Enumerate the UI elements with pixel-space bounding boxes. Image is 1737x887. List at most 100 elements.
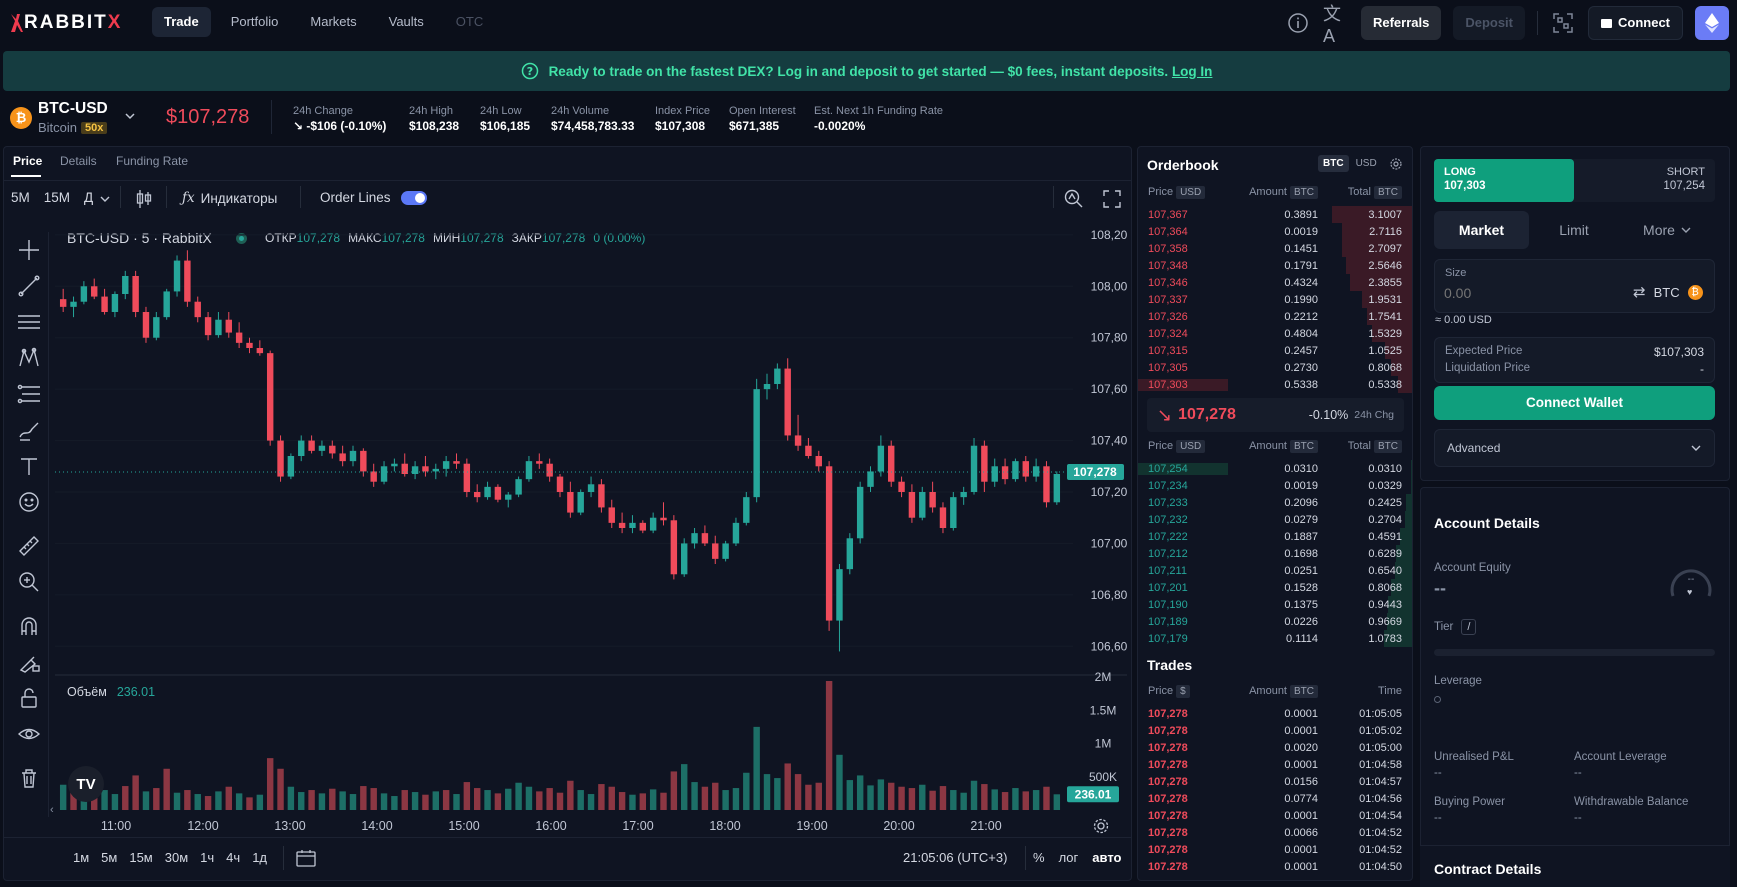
contract-details-title[interactable]: Contract Details [1434, 861, 1541, 877]
fullscreen-icon[interactable] [1103, 190, 1121, 211]
translate-icon[interactable]: 文A [1323, 4, 1349, 46]
ask-row[interactable]: 107,337 0.1990 1.9531 [1138, 291, 1412, 308]
interval-chevron-icon[interactable] [100, 193, 110, 207]
log-scale-button[interactable]: лог [1059, 850, 1079, 865]
volume-bar [660, 792, 667, 810]
trend-line-icon[interactable] [14, 268, 44, 304]
advanced-dropdown[interactable]: Advanced [1434, 429, 1715, 467]
nav-tab-markets[interactable]: Markets [298, 7, 368, 37]
indicators-button[interactable]: ƒx Индикаторы [182, 190, 277, 206]
market-symbol[interactable]: BTC-USD [38, 100, 108, 118]
size-input[interactable] [1444, 282, 1624, 304]
tradingview-logo-icon[interactable]: TV [68, 766, 104, 802]
ask-row[interactable]: 107,358 0.1451 2.7097 [1138, 240, 1412, 257]
text-icon[interactable] [14, 448, 44, 484]
range-1h[interactable]: 1ч [200, 850, 214, 865]
scale-options: % лог авто [1033, 850, 1121, 865]
chart-time[interactable]: 21:05:06 (UTC+3) [903, 850, 1007, 865]
size-unit-selector[interactable]: ⇄ BTC ₿ [1633, 283, 1703, 301]
bid-row[interactable]: 107,212 0.1698 0.6289 [1138, 545, 1412, 562]
connect-button[interactable]: Connect [1588, 6, 1683, 40]
bid-row[interactable]: 107,211 0.0251 0.6540 [1138, 562, 1412, 579]
referrals-button[interactable]: Referrals [1360, 6, 1442, 40]
range-1m[interactable]: 1м [73, 850, 89, 865]
unit-btc-button[interactable]: BTC [1318, 155, 1349, 172]
lock-drawing-icon[interactable] [14, 644, 44, 680]
order-type-more[interactable]: More [1619, 222, 1715, 238]
ask-row[interactable]: 107,326 0.2212 1.7541 [1138, 308, 1412, 325]
pattern-icon[interactable] [14, 340, 44, 376]
unlock-icon[interactable] [14, 680, 44, 716]
volume-bar [774, 778, 781, 810]
interval-day[interactable]: Д [84, 190, 93, 205]
bid-row[interactable]: 107,179 0.1114 1.0783 [1138, 630, 1412, 647]
date-range-icon[interactable] [296, 849, 316, 870]
order-lines-toggle[interactable] [400, 190, 427, 205]
banner-login-link[interactable]: Log In [1172, 64, 1213, 79]
emoji-icon[interactable] [14, 484, 44, 520]
price-chart[interactable]: 108,200 108,000 107,800 107,600 107,400 107,2… [55, 222, 1127, 842]
bid-row[interactable]: 107,222 0.1887 0.4591 [1138, 528, 1412, 545]
nav-tab-otc[interactable]: OTC [444, 7, 495, 37]
orderbook-settings-icon[interactable] [1390, 158, 1402, 173]
toolbar-divider [120, 186, 121, 208]
nav-tab-trade[interactable]: Trade [152, 7, 211, 37]
range-30m[interactable]: 30м [165, 850, 188, 865]
bid-row[interactable]: 107,232 0.0279 0.2704 [1138, 511, 1412, 528]
ask-row[interactable]: 107,367 0.3891 3.1007 [1138, 206, 1412, 223]
bid-row[interactable]: 107,189 0.0226 0.9669 [1138, 613, 1412, 630]
leverage-slider-handle[interactable] [1434, 696, 1441, 703]
bid-row[interactable]: 107,201 0.1528 0.8068 [1138, 579, 1412, 596]
info-icon[interactable] [1285, 10, 1311, 36]
bid-row[interactable]: 107,254 0.0310 0.0310 [1138, 460, 1412, 477]
ethereum-icon[interactable] [1695, 6, 1729, 40]
swap-icon[interactable]: ⇄ [1633, 283, 1646, 301]
tab-details[interactable]: Details [60, 154, 97, 168]
ask-row[interactable]: 107,364 0.0019 2.7116 [1138, 223, 1412, 240]
crosshair-icon[interactable] [14, 232, 44, 268]
candle-type-icon[interactable] [135, 189, 153, 212]
percent-scale-button[interactable]: % [1033, 850, 1045, 865]
long-button[interactable]: LONG 107,303 [1434, 159, 1574, 202]
market-selector-chevron-icon[interactable] [124, 110, 136, 125]
short-button[interactable]: SHORT 107,254 [1574, 159, 1715, 202]
connect-wallet-button[interactable]: Connect Wallet [1434, 386, 1715, 420]
ask-row[interactable]: 107,346 0.4324 2.3855 [1138, 274, 1412, 291]
deposit-button[interactable]: Deposit [1453, 6, 1525, 40]
horizontal-lines-icon[interactable] [14, 304, 44, 340]
trash-icon[interactable] [14, 760, 44, 796]
ask-row[interactable]: 107,324 0.4804 1.5329 [1138, 325, 1412, 342]
ask-row[interactable]: 107,305 0.2730 0.8068 [1138, 359, 1412, 376]
order-type-limit[interactable]: Limit [1529, 222, 1619, 238]
chart-settings-icon[interactable] [1093, 818, 1109, 837]
bid-row[interactable]: 107,190 0.1375 0.9443 [1138, 596, 1412, 613]
range-1d[interactable]: 1д [252, 850, 267, 865]
bid-row[interactable]: 107,234 0.0019 0.0329 [1138, 477, 1412, 494]
fib-retracement-icon[interactable] [14, 376, 44, 412]
bid-row[interactable]: 107,233 0.2096 0.2425 [1138, 494, 1412, 511]
nav-tab-portfolio[interactable]: Portfolio [219, 7, 291, 37]
range-15m[interactable]: 15м [129, 850, 152, 865]
interval-15m[interactable]: 15M [44, 190, 70, 205]
magnet-icon[interactable] [14, 608, 44, 644]
ask-row[interactable]: 107,303 0.5338 0.5338 [1138, 376, 1412, 393]
eye-icon[interactable] [14, 716, 44, 752]
range-4h[interactable]: 4ч [226, 850, 240, 865]
logo[interactable]: RABBIT X [8, 12, 122, 34]
nav-tab-vaults[interactable]: Vaults [377, 7, 436, 37]
zoom-chart-icon[interactable] [1063, 188, 1083, 211]
tab-price[interactable]: Price [13, 154, 42, 168]
range-5m[interactable]: 5м [101, 850, 117, 865]
order-type-market[interactable]: Market [1434, 211, 1529, 249]
unit-usd-button[interactable]: USD [1351, 155, 1382, 172]
ask-row[interactable]: 107,315 0.2457 1.0525 [1138, 342, 1412, 359]
ruler-icon[interactable] [14, 528, 44, 564]
ask-row[interactable]: 107,348 0.1791 2.5646 [1138, 257, 1412, 274]
tab-funding-rate[interactable]: Funding Rate [116, 154, 188, 168]
brush-icon[interactable] [14, 412, 44, 448]
scroll-left-icon[interactable]: ‹ [50, 804, 54, 816]
qr-scan-icon[interactable] [1550, 10, 1576, 36]
auto-scale-button[interactable]: авто [1092, 850, 1121, 865]
zoom-in-icon[interactable] [14, 564, 44, 600]
interval-5m[interactable]: 5M [11, 190, 30, 205]
